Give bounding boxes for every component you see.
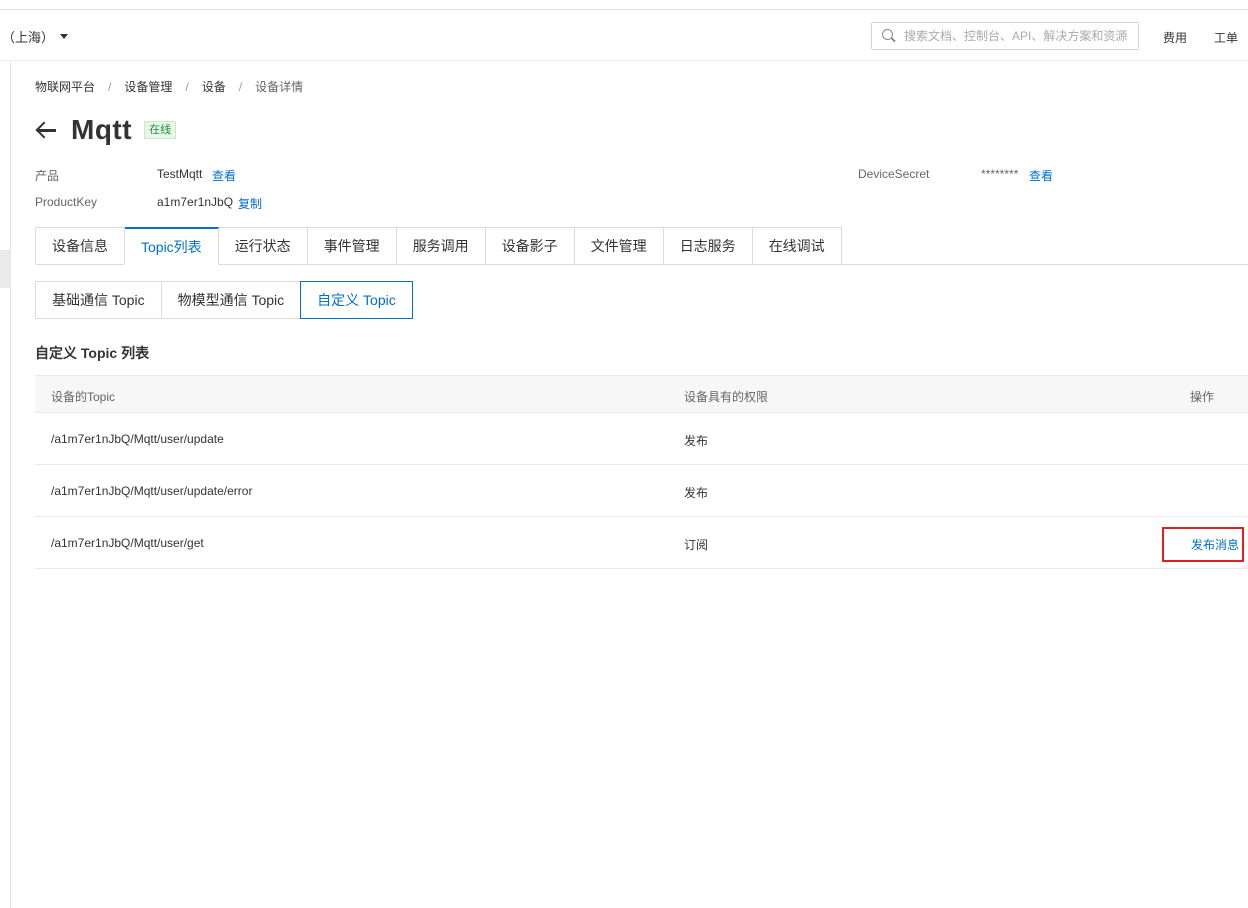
productkey-value: a1m7er1nJbQ [157, 195, 234, 209]
main-tabs: 设备信息 Topic列表 运行状态 事件管理 服务调用 设备影子 文件管理 日志… [35, 227, 842, 265]
sidebar-active-marker [0, 250, 11, 288]
tab-online-debug[interactable]: 在线调试 [752, 227, 842, 265]
table-row: /a1m7er1nJbQ/Mqtt/user/update 发布 [35, 413, 1248, 465]
tab-service-call[interactable]: 服务调用 [396, 227, 486, 265]
title-row: Mqtt 在线 [35, 114, 177, 146]
breadcrumb-separator: / [238, 79, 243, 94]
column-header-permission: 设备具有的权限 [684, 390, 769, 404]
subtab-model-topic[interactable]: 物模型通信 Topic [160, 281, 302, 319]
column-header-topic: 设备的Topic [51, 390, 116, 404]
search-input[interactable] [904, 29, 1132, 43]
product-value: TestMqtt [157, 167, 203, 181]
permission-cell: 发布 [684, 486, 709, 500]
tab-log-service[interactable]: 日志服务 [663, 227, 753, 265]
publish-message-link[interactable]: 发布消息 [1191, 536, 1239, 553]
breadcrumb-separator: / [108, 79, 112, 94]
breadcrumb-device[interactable]: 设备 [202, 78, 226, 95]
tab-device-shadow[interactable]: 设备影子 [485, 227, 575, 265]
tabs-divider [840, 264, 1248, 265]
ticket-link[interactable]: 工单 [1214, 29, 1238, 46]
region-label: （上海） [2, 30, 55, 45]
caret-down-icon [60, 34, 69, 39]
subtab-custom-topic[interactable]: 自定义 Topic [300, 281, 413, 319]
topic-cell: /a1m7er1nJbQ/Mqtt/user/update [51, 432, 224, 446]
tab-topic-list[interactable]: Topic列表 [125, 227, 219, 265]
breadcrumb-iot-platform[interactable]: 物联网平台 [35, 78, 95, 95]
product-view-link[interactable]: 查看 [212, 167, 236, 184]
table-header: 设备的Topic 设备具有的权限 操作 [35, 375, 1248, 413]
top-border [0, 0, 1248, 10]
region-selector[interactable]: （上海） [2, 27, 69, 46]
productkey-copy-link[interactable]: 复制 [238, 195, 262, 212]
topic-cell: /a1m7er1nJbQ/Mqtt/user/update/error [51, 484, 253, 498]
search-box[interactable] [871, 22, 1139, 50]
sidebar-collapsed[interactable] [0, 62, 11, 908]
devicesecret-value: ******** [981, 167, 1019, 181]
productkey-label: ProductKey [35, 195, 98, 209]
tab-file-management[interactable]: 文件管理 [574, 227, 664, 265]
tab-device-info[interactable]: 设备信息 [36, 227, 125, 265]
top-bar: （上海） 费用 工单 [0, 11, 1248, 61]
devicesecret-label: DeviceSecret [858, 167, 930, 181]
section-title: 自定义 Topic 列表 [35, 345, 150, 361]
table-row: /a1m7er1nJbQ/Mqtt/user/get 订阅 发布消息 [35, 517, 1248, 569]
billing-link[interactable]: 费用 [1163, 29, 1187, 46]
table-row: /a1m7er1nJbQ/Mqtt/user/update/error 发布 [35, 465, 1248, 517]
breadcrumb: 物联网平台 / 设备管理 / 设备 / 设备详情 [35, 78, 303, 95]
sub-tabs: 基础通信 Topic 物模型通信 Topic 自定义 Topic [35, 281, 413, 319]
tab-event-management[interactable]: 事件管理 [307, 227, 397, 265]
devicesecret-view-link[interactable]: 查看 [1029, 167, 1053, 184]
permission-cell: 发布 [684, 434, 709, 448]
tab-runtime-status[interactable]: 运行状态 [218, 227, 308, 265]
status-badge: 在线 [144, 121, 177, 139]
breadcrumb-separator: / [185, 79, 189, 94]
topic-cell: /a1m7er1nJbQ/Mqtt/user/get [51, 536, 204, 550]
breadcrumb-device-management[interactable]: 设备管理 [124, 78, 172, 95]
back-arrow-icon[interactable] [35, 119, 57, 141]
search-icon [882, 29, 896, 43]
topic-table: 设备的Topic 设备具有的权限 操作 /a1m7er1nJbQ/Mqtt/us… [35, 375, 1248, 569]
page-title: Mqtt [71, 114, 133, 145]
subtab-basic-topic[interactable]: 基础通信 Topic [35, 281, 162, 319]
column-header-action: 操作 [1190, 390, 1215, 404]
product-label: 产品 [35, 169, 60, 183]
breadcrumb-device-detail: 设备详情 [255, 80, 304, 94]
permission-cell: 订阅 [684, 538, 709, 552]
